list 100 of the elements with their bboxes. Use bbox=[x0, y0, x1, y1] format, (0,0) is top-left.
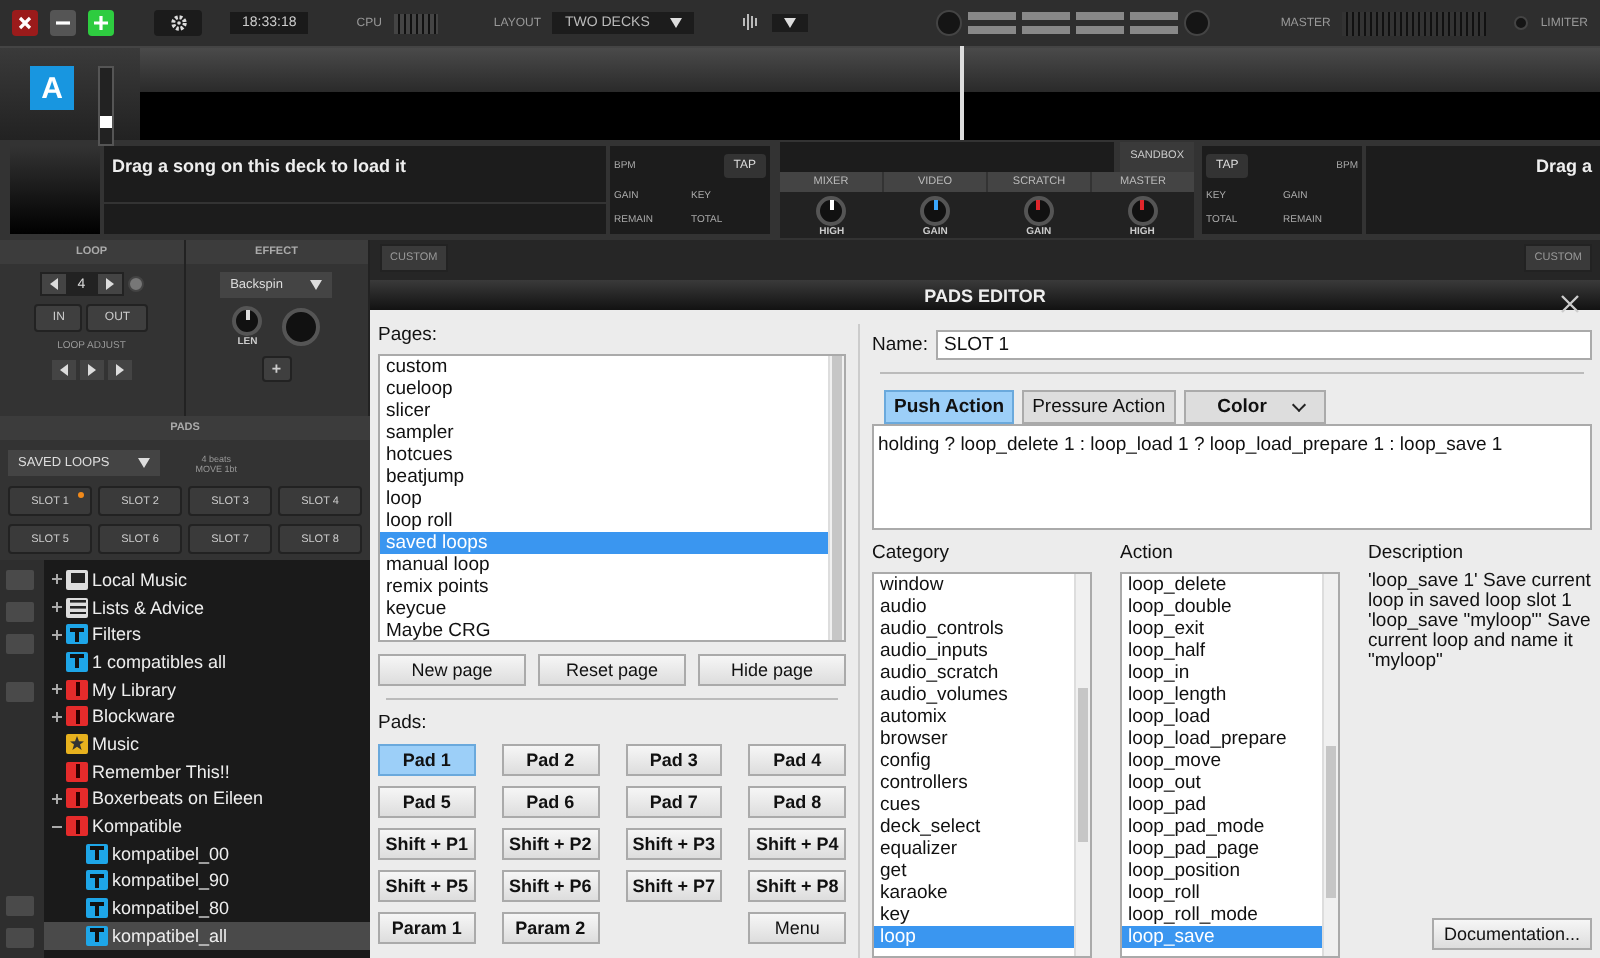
list-item[interactable]: get bbox=[874, 860, 1074, 882]
pad-button[interactable]: Shift + P5 bbox=[378, 870, 476, 902]
tree-item[interactable]: Remember This!! bbox=[44, 757, 370, 785]
tree-item[interactable]: kompatibel_all bbox=[44, 921, 370, 950]
list-item[interactable]: karaoke bbox=[874, 882, 1074, 904]
list-item[interactable]: slicer bbox=[380, 400, 828, 422]
list-item[interactable]: beatjump bbox=[380, 466, 828, 488]
expand-toggle-icon[interactable] bbox=[52, 793, 62, 804]
expand-toggle-icon[interactable] bbox=[52, 711, 62, 722]
settings-icon[interactable] bbox=[154, 10, 202, 36]
expand-toggle-icon[interactable] bbox=[52, 574, 62, 585]
pad-button[interactable]: Pad 7 bbox=[625, 786, 723, 818]
tree-item[interactable]: kompatibel_80 bbox=[44, 894, 370, 922]
list-item[interactable]: controllers bbox=[874, 772, 1074, 794]
pad-button[interactable]: Shift + P7 bbox=[625, 870, 723, 902]
tree-item[interactable]: 1 compatibles all bbox=[44, 648, 370, 676]
list-item[interactable]: cues bbox=[874, 794, 1074, 816]
pad-button[interactable]: Param 2 bbox=[501, 912, 599, 944]
tree-item[interactable]: Lists & Advice bbox=[44, 593, 370, 621]
menu-button[interactable]: Menu bbox=[748, 912, 846, 944]
pad-button[interactable]: Shift + P4 bbox=[748, 828, 846, 860]
scrollbar[interactable] bbox=[1322, 574, 1338, 956]
color-dropdown[interactable]: Color bbox=[1183, 390, 1327, 424]
expand-toggle-icon[interactable] bbox=[52, 629, 62, 640]
list-item[interactable]: loop_length bbox=[1122, 684, 1322, 706]
tree-item[interactable]: Kompatible bbox=[44, 812, 370, 840]
tree-item[interactable]: Local Music bbox=[44, 566, 370, 594]
list-item[interactable]: loop_out bbox=[1122, 772, 1322, 794]
tree-item[interactable]: Music bbox=[44, 730, 370, 758]
maximize-icon[interactable] bbox=[88, 10, 114, 36]
waveform-icon[interactable] bbox=[741, 11, 760, 35]
close-icon[interactable] bbox=[12, 10, 38, 36]
close-icon[interactable] bbox=[1560, 294, 1580, 314]
list-item[interactable]: loop_move bbox=[1122, 750, 1322, 772]
list-item[interactable]: loop_position bbox=[1122, 860, 1322, 882]
list-item[interactable]: Maybe CRG bbox=[380, 620, 828, 642]
list-item[interactable]: loop_delete bbox=[1122, 574, 1322, 596]
add-button[interactable]: + bbox=[261, 356, 292, 382]
scrollbar[interactable] bbox=[1074, 574, 1090, 956]
list-item[interactable]: manual loop bbox=[380, 554, 828, 576]
vertical-slider[interactable] bbox=[98, 66, 114, 146]
name-input[interactable]: SLOT 1 bbox=[935, 330, 1592, 360]
list-item[interactable]: automix bbox=[874, 706, 1074, 728]
list-item[interactable]: audio_controls bbox=[874, 618, 1074, 640]
tree-item[interactable]: Boxerbeats on Eileen bbox=[44, 785, 370, 813]
pad-button[interactable]: Pad 6 bbox=[501, 786, 599, 818]
tree-item[interactable]: Blockware bbox=[44, 702, 370, 731]
list-item[interactable]: deck_select bbox=[874, 816, 1074, 838]
list-item[interactable]: custom bbox=[380, 356, 828, 378]
expand-toggle-icon[interactable] bbox=[52, 821, 62, 832]
waveform-dropdown[interactable] bbox=[771, 14, 808, 32]
expand-toggle-icon[interactable] bbox=[52, 684, 62, 695]
list-item[interactable]: loop_load bbox=[1122, 706, 1322, 728]
pad-button[interactable]: Shift + P8 bbox=[748, 870, 846, 902]
move-icon[interactable] bbox=[79, 360, 104, 380]
list-item[interactable]: sampler bbox=[380, 422, 828, 444]
list-item[interactable]: cueloop bbox=[380, 378, 828, 400]
list-item[interactable]: keycue bbox=[380, 598, 828, 620]
pad-button[interactable]: Pad 5 bbox=[378, 786, 476, 818]
expand-toggle-icon[interactable] bbox=[52, 602, 62, 613]
list-item[interactable]: config bbox=[874, 750, 1074, 772]
pad-button[interactable]: Shift + P1 bbox=[378, 828, 476, 860]
tree-item[interactable]: kompatibel_90 bbox=[44, 867, 370, 895]
documentation-button[interactable]: Documentation... bbox=[1431, 918, 1592, 950]
page-button[interactable]: Reset page bbox=[538, 654, 686, 686]
list-item[interactable]: audio_scratch bbox=[874, 662, 1074, 684]
list-item[interactable]: remix points bbox=[380, 576, 828, 598]
script-input[interactable]: holding ? loop_delete 1 : loop_load 1 ? loop_load_prepare 1 : loop_save 1 bbox=[872, 424, 1592, 530]
list-item[interactable]: equalizer bbox=[874, 838, 1074, 860]
loop-icon[interactable] bbox=[127, 276, 144, 292]
pad-button[interactable]: Shift + P6 bbox=[501, 870, 599, 902]
list-item[interactable]: loop_pad bbox=[1122, 794, 1322, 816]
crossfader-buttons[interactable] bbox=[967, 12, 1178, 34]
page-button[interactable]: Hide page bbox=[698, 654, 846, 686]
forward-icon[interactable] bbox=[107, 360, 132, 380]
minimize-icon[interactable] bbox=[50, 10, 76, 36]
slider-thumb[interactable] bbox=[100, 115, 112, 127]
knob[interactable] bbox=[232, 306, 263, 336]
list-item[interactable]: loop roll bbox=[380, 510, 828, 532]
list-item[interactable]: loop_in bbox=[1122, 662, 1322, 684]
pad-button[interactable]: Pad 8 bbox=[748, 786, 846, 818]
pad-button[interactable]: Pad 2 bbox=[501, 744, 599, 776]
list-item[interactable]: loop_load_prepare bbox=[1122, 728, 1322, 750]
pad-button[interactable]: Shift + P2 bbox=[501, 828, 599, 860]
tree-item[interactable]: Filters bbox=[44, 620, 370, 649]
pad-button[interactable]: Pad 1 bbox=[378, 744, 476, 776]
list-item[interactable]: loop bbox=[380, 488, 828, 510]
list-item[interactable]: audio bbox=[874, 596, 1074, 618]
pad-button[interactable]: Shift + P3 bbox=[625, 828, 723, 860]
page-button[interactable]: New page bbox=[378, 654, 526, 686]
knob[interactable] bbox=[816, 196, 847, 226]
list-item[interactable]: audio_volumes bbox=[874, 684, 1074, 706]
list-item[interactable]: hotcues bbox=[380, 444, 828, 466]
list-item[interactable]: loop_exit bbox=[1122, 618, 1322, 640]
pad-button[interactable]: Param 1 bbox=[378, 912, 476, 944]
action-tab[interactable]: Push Action bbox=[884, 390, 1015, 424]
scrollbar[interactable] bbox=[828, 356, 844, 640]
list-item[interactable]: loop_pad_page bbox=[1122, 838, 1322, 860]
action-tab[interactable]: Pressure Action bbox=[1022, 390, 1176, 424]
rewind-icon[interactable] bbox=[51, 360, 76, 380]
